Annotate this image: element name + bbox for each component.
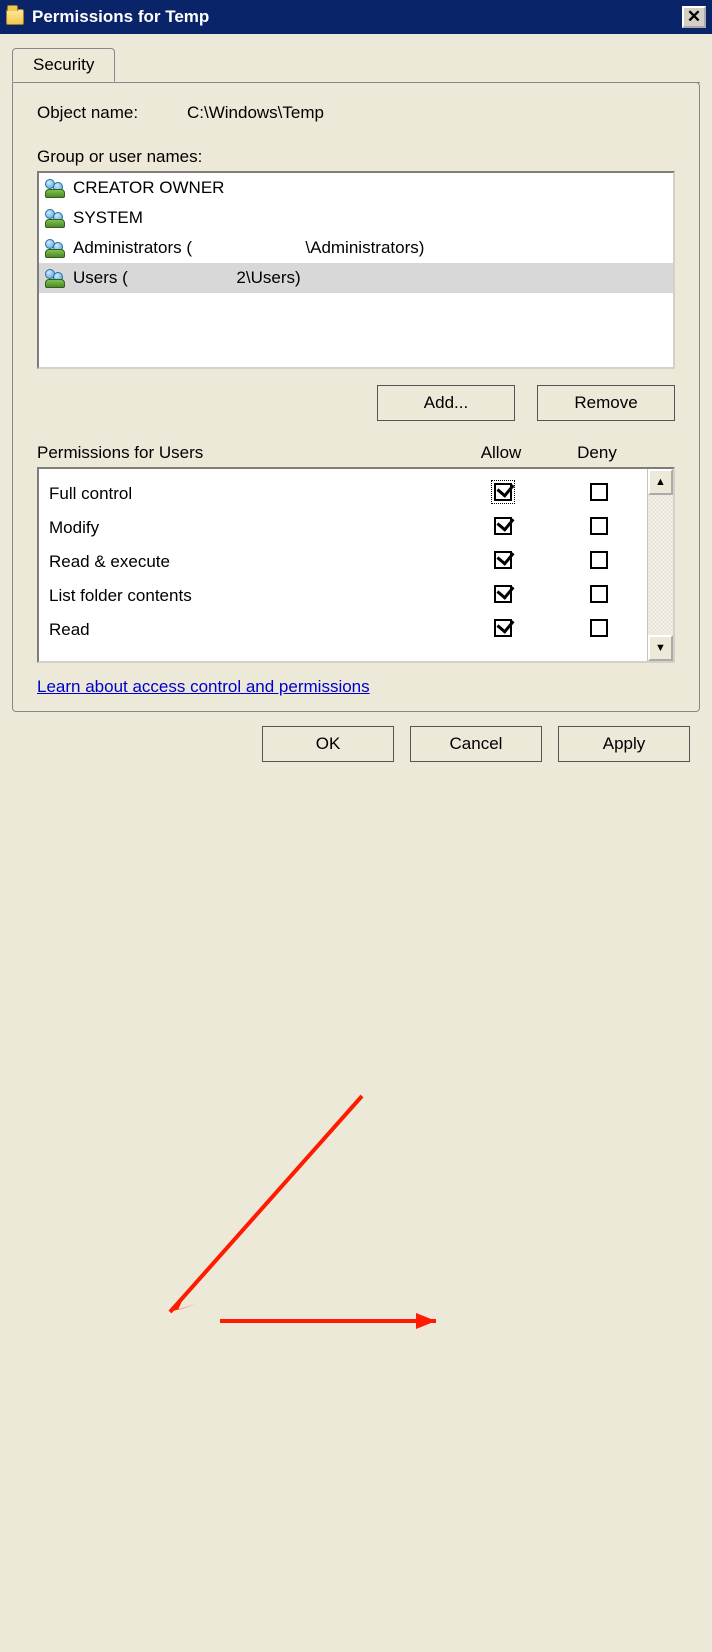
allow-checkbox[interactable]	[494, 483, 512, 501]
allow-checkbox[interactable]	[494, 517, 512, 535]
allow-checkbox[interactable]	[494, 585, 512, 603]
allow-column-header: Allow	[453, 443, 549, 463]
group-user-names-label: Group or user names:	[37, 147, 675, 167]
dialog-footer: OK Cancel Apply	[0, 712, 712, 776]
learn-permissions-link[interactable]: Learn about access control and permissio…	[37, 677, 370, 696]
cancel-button[interactable]: Cancel	[410, 726, 542, 762]
permission-row: Modify	[49, 511, 647, 545]
deny-checkbox[interactable]	[590, 585, 608, 603]
principal-name: Administrators ( \Administrators)	[73, 238, 424, 258]
permission-row: Read & execute	[49, 545, 647, 579]
add-button[interactable]: Add...	[377, 385, 515, 421]
window-title: Permissions for Temp	[32, 7, 209, 27]
allow-checkbox[interactable]	[494, 619, 512, 637]
remove-button[interactable]: Remove	[537, 385, 675, 421]
permission-name: Read	[49, 620, 455, 640]
scroll-up-button[interactable]: ▲	[648, 469, 673, 495]
object-name-label: Object name:	[37, 103, 187, 123]
principal-name: Users ( 2\Users)	[73, 268, 301, 288]
folder-icon	[6, 9, 24, 25]
users-group-icon	[45, 208, 67, 228]
ok-button[interactable]: OK	[262, 726, 394, 762]
permission-row: Full control	[49, 477, 647, 511]
tab-security[interactable]: Security	[12, 48, 115, 82]
apply-button[interactable]: Apply	[558, 726, 690, 762]
permission-row: List folder contents	[49, 579, 647, 613]
deny-checkbox[interactable]	[590, 551, 608, 569]
permissions-for-label: Permissions for Users	[37, 443, 453, 463]
users-group-icon	[45, 268, 67, 288]
deny-checkbox[interactable]	[590, 619, 608, 637]
group-user-names-list[interactable]: CREATOR OWNER SYSTEM Administrators ( \Adm…	[37, 171, 675, 369]
permission-name: Full control	[49, 484, 455, 504]
allow-checkbox[interactable]	[494, 551, 512, 569]
security-panel: Object name: C:\Windows\Temp Group or us…	[12, 82, 700, 712]
annotation-overlay	[0, 776, 712, 1652]
principal-name: CREATOR OWNER	[73, 178, 224, 198]
permissions-list: Full control Modify Read & execute List fol…	[37, 467, 675, 663]
deny-checkbox[interactable]	[590, 517, 608, 535]
deny-checkbox[interactable]	[590, 483, 608, 501]
scroll-track[interactable]	[648, 495, 673, 635]
principal-name: SYSTEM	[73, 208, 143, 228]
deny-column-header: Deny	[549, 443, 645, 463]
permission-name: Modify	[49, 518, 455, 538]
close-button[interactable]: ✕	[682, 6, 706, 28]
users-group-icon	[45, 238, 67, 258]
object-name-value: C:\Windows\Temp	[187, 103, 324, 123]
permission-row: Read	[49, 613, 647, 647]
tab-strip: Security	[12, 48, 700, 83]
users-group-icon	[45, 178, 67, 198]
scroll-down-button[interactable]: ▼	[648, 635, 673, 661]
principal-list-item[interactable]: CREATOR OWNER	[39, 173, 673, 203]
principal-list-item[interactable]: Users ( 2\Users)	[39, 263, 673, 293]
permission-name: Read & execute	[49, 552, 455, 572]
permissions-scrollbar[interactable]: ▲ ▼	[647, 469, 673, 661]
principal-list-item[interactable]: Administrators ( \Administrators)	[39, 233, 673, 263]
permission-name: List folder contents	[49, 586, 455, 606]
title-bar: Permissions for Temp ✕	[0, 0, 712, 34]
principal-list-item[interactable]: SYSTEM	[39, 203, 673, 233]
